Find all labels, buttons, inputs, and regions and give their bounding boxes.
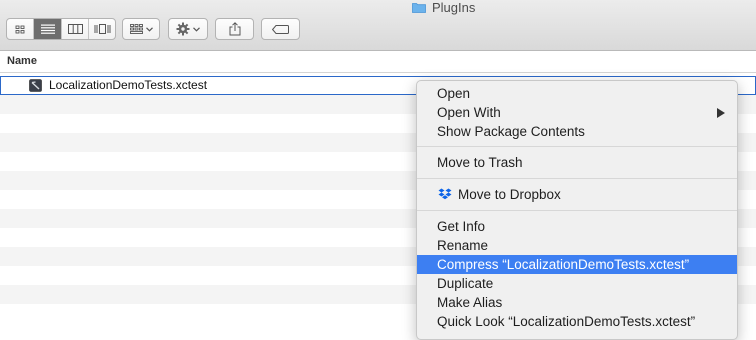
chevron-down-icon <box>193 26 200 32</box>
toolbar: PlugIns <box>0 0 756 51</box>
menu-separator <box>417 210 737 211</box>
grid-icon <box>15 25 25 33</box>
share-button[interactable] <box>215 18 254 40</box>
tag-icon <box>272 24 289 34</box>
chevron-down-icon <box>145 26 153 32</box>
name-column-label: Name <box>7 55 37 67</box>
arrange-button[interactable] <box>122 18 160 40</box>
list-view-button[interactable] <box>34 19 62 39</box>
menu-item-move-to-dropbox[interactable]: Move to Dropbox <box>417 185 737 204</box>
menu-item-open-with[interactable]: Open With <box>417 103 737 122</box>
menu-item-quick-look[interactable]: Quick Look “LocalizationDemoTests.xctest… <box>417 312 737 331</box>
window-title: PlugIns <box>412 0 476 15</box>
menu-item-open[interactable]: Open <box>417 84 737 103</box>
icon-view-button[interactable] <box>7 19 34 39</box>
menu-item-move-to-trash[interactable]: Move to Trash <box>417 153 737 172</box>
column-view-button[interactable] <box>62 19 89 39</box>
list-icon <box>40 24 55 34</box>
menu-item-label: Move to Trash <box>437 155 523 170</box>
menu-item-compress[interactable]: Compress “LocalizationDemoTests.xctest” <box>417 255 737 274</box>
menu-separator <box>417 146 737 147</box>
menu-item-label: Make Alias <box>437 295 503 310</box>
coverflow-view-button[interactable] <box>89 19 115 39</box>
window-title-text: PlugIns <box>432 0 476 15</box>
view-mode-control <box>6 18 116 40</box>
share-icon <box>229 22 240 36</box>
context-menu: Open Open With Show Package Contents Mov… <box>416 80 738 340</box>
file-name: LocalizationDemoTests.xctest <box>49 78 208 92</box>
columns-icon <box>67 24 83 34</box>
menu-item-label: Compress “LocalizationDemoTests.xctest” <box>437 257 690 272</box>
menu-item-label: Move to Dropbox <box>458 187 561 202</box>
tag-button[interactable] <box>261 18 300 40</box>
menu-item-label: Open <box>437 86 471 101</box>
menu-item-rename[interactable]: Rename <box>417 236 737 255</box>
menu-item-duplicate[interactable]: Duplicate <box>417 274 737 293</box>
menu-item-label: Rename <box>437 238 489 253</box>
menu-item-get-info[interactable]: Get Info <box>417 217 737 236</box>
menu-item-label: Get Info <box>437 219 486 234</box>
dropbox-icon <box>438 188 452 200</box>
menu-item-label: Open With <box>437 105 501 120</box>
menu-item-label: Show Package Contents <box>437 124 585 139</box>
submenu-arrow-icon <box>717 108 725 118</box>
menu-item-label: Quick Look “LocalizationDemoTests.xctest… <box>437 314 696 329</box>
menu-separator <box>417 178 737 179</box>
menu-item-show-package-contents[interactable]: Show Package Contents <box>417 122 737 141</box>
action-button[interactable] <box>168 18 208 40</box>
menu-item-make-alias[interactable]: Make Alias <box>417 293 737 312</box>
coverflow-icon <box>94 24 110 34</box>
folder-icon <box>412 2 426 13</box>
xctest-bundle-icon <box>29 79 42 92</box>
menu-item-label: Duplicate <box>437 276 494 291</box>
column-header[interactable]: Name <box>0 51 756 73</box>
arrange-grid-icon <box>129 24 143 34</box>
gear-icon <box>176 22 190 36</box>
